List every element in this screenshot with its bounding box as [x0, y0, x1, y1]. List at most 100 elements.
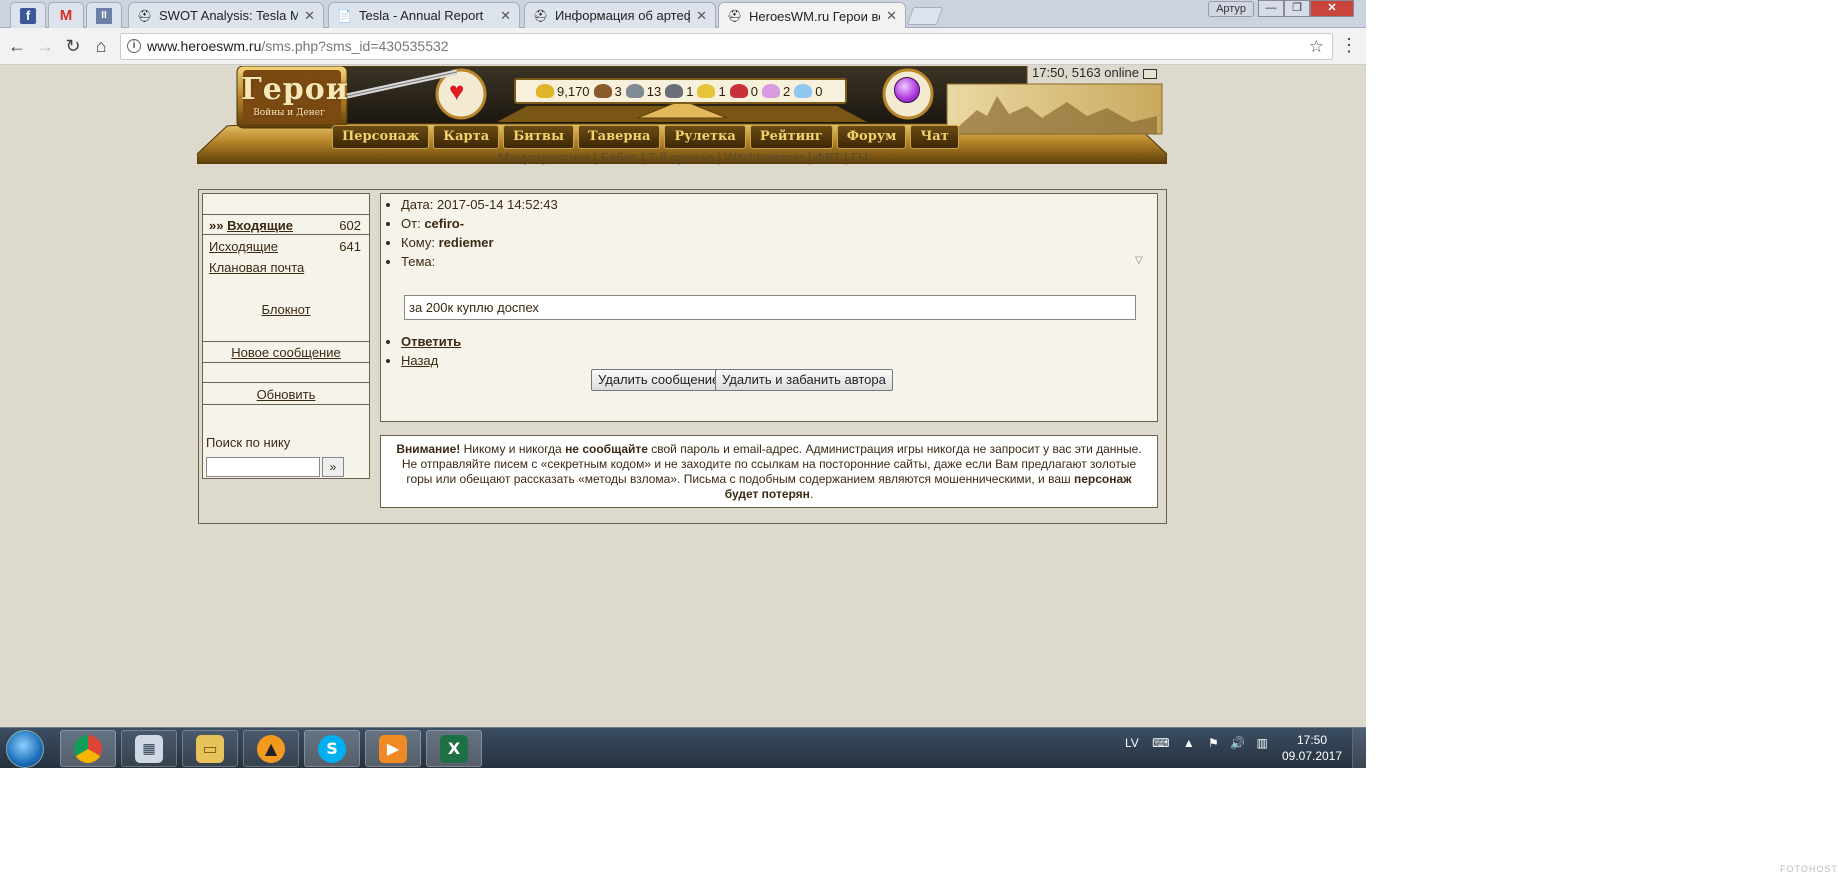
sidebar-item-inbox[interactable]: »» Входящие 602: [209, 218, 365, 233]
network-icon[interactable]: ▥: [1256, 736, 1267, 750]
nav-rating[interactable]: Рейтинг: [749, 125, 833, 149]
sidebar-item-outbox[interactable]: Исходящие 641: [209, 239, 365, 254]
pause-icon: II: [96, 7, 112, 24]
nav-character[interactable]: Персонаж: [332, 125, 430, 149]
tray-arrow-icon[interactable]: ▲: [1183, 736, 1195, 750]
keyboard-icon[interactable]: ⌨: [1152, 736, 1169, 750]
close-tab-icon[interactable]: ✕: [886, 8, 897, 24]
new-tab-button[interactable]: [906, 7, 944, 25]
mana-potion-icon[interactable]: [894, 77, 920, 103]
minimize-button[interactable]: —: [1258, 0, 1284, 17]
message-panel: Дата: 2017-05-14 14:52:43 От: cefiro- Ко…: [380, 193, 1158, 422]
pinned-tab-facebook[interactable]: f: [10, 2, 46, 28]
mail-page: »» Входящие 602 Исходящие 641 Клановая п…: [198, 189, 1167, 524]
home-icon[interactable]: ⌂: [90, 35, 112, 57]
sublink-gn[interactable]: ГН: [851, 150, 867, 165]
expand-triangle-icon[interactable]: ▽: [1135, 255, 1143, 266]
reply-link[interactable]: Ответить: [401, 334, 461, 349]
search-nick-input[interactable]: [206, 457, 320, 477]
ore-icon: [625, 84, 644, 98]
sidebar-item-notepad[interactable]: Блокнот: [203, 302, 369, 317]
bookmark-star-icon[interactable]: ☆: [1309, 34, 1324, 59]
calculator-icon: ▦: [135, 734, 163, 763]
sublink-babos[interactable]: Бабос: [601, 150, 638, 165]
system-tray: LV ⌨ ▲ ⚑ 🔊 ▥: [1125, 736, 1268, 750]
health-heart-icon[interactable]: ♥: [449, 76, 464, 107]
pinned-tab-gmail[interactable]: M: [48, 2, 84, 28]
crystals-icon: [729, 84, 748, 98]
media-player-icon: ▶: [379, 734, 407, 763]
language-indicator[interactable]: LV: [1125, 736, 1139, 750]
sulfur-icon: [697, 84, 716, 98]
mail-icon[interactable]: [1142, 68, 1157, 79]
taskbar-explorer[interactable]: ▭: [182, 730, 238, 767]
divider: [203, 341, 369, 342]
taskbar-media-player[interactable]: ▶: [365, 730, 421, 767]
game-logo[interactable]: Герои Войны и Денег: [241, 72, 348, 128]
gmail-icon: M: [59, 7, 73, 24]
profile-badge[interactable]: Артур: [1208, 1, 1254, 17]
resource-sulfur: 1: [697, 84, 726, 99]
sidebar-item-clan-mail[interactable]: Клановая почта: [209, 260, 304, 275]
taskbar-excel[interactable]: X: [426, 730, 482, 767]
sender-link[interactable]: cefiro-: [424, 216, 464, 231]
sublink-7th-pier[interactable]: 7-й причал: [648, 150, 714, 165]
sublink-fvt[interactable]: ФВТ: [815, 150, 841, 165]
taskbar-chrome[interactable]: [60, 730, 116, 767]
chrome-icon: [74, 734, 102, 763]
pinned-tab-pause[interactable]: II: [86, 2, 122, 28]
address-bar[interactable]: i www.heroeswm.ru/sms.php?sms_id=4305355…: [120, 33, 1333, 60]
sub-links: Манускриптики | Бабос | 7-й причал | Wit…: [498, 150, 868, 165]
sublink-witchhammer[interactable]: Witchhammer: [724, 150, 804, 165]
excel-icon: X: [440, 734, 468, 763]
taskbar-calculator[interactable]: ▦: [121, 730, 177, 767]
menu-icon[interactable]: ⋮: [1340, 35, 1358, 56]
nav-tavern[interactable]: Таверна: [578, 125, 661, 149]
back-arrow-icon[interactable]: ←: [6, 35, 28, 57]
reload-icon[interactable]: ↻: [62, 35, 84, 57]
maximize-button[interactable]: ❐: [1284, 0, 1310, 17]
forward-arrow-icon[interactable]: →: [34, 35, 56, 57]
message-to: Кому: rediemer: [401, 233, 558, 252]
screen: f M II ⛑ SWOT Analysis: Tesla Mo ✕ 📄 Tes…: [0, 0, 1366, 768]
divider: [203, 362, 369, 363]
tab-artifact-info[interactable]: ⛑ Информация об артефа ✕: [524, 2, 716, 28]
back-link[interactable]: Назад: [401, 353, 438, 368]
nav-map[interactable]: Карта: [433, 125, 500, 149]
message-subject: Тема:: [401, 252, 558, 271]
tab-swot-analysis[interactable]: ⛑ SWOT Analysis: Tesla Mo ✕: [128, 2, 324, 28]
close-window-button[interactable]: ✕: [1310, 0, 1354, 17]
system-clock[interactable]: 17:50 09.07.2017: [1280, 732, 1344, 764]
volume-icon[interactable]: 🔊: [1230, 736, 1245, 750]
sublink-manuscripts[interactable]: Манускриптики: [498, 150, 590, 165]
resource-mercury: 1: [665, 84, 693, 99]
gems-icon: [761, 84, 780, 98]
search-button[interactable]: »: [322, 457, 344, 477]
info-icon: i: [127, 39, 141, 53]
tab-tesla-annual-report[interactable]: 📄 Tesla - Annual Report ✕: [328, 2, 520, 28]
taskbar-skype[interactable]: S: [304, 730, 360, 767]
taskbar-aimp[interactable]: ▲: [243, 730, 299, 767]
delete-and-ban-button[interactable]: Удалить и забанить автора: [715, 369, 893, 391]
message-actions: Ответить Назад: [401, 332, 461, 370]
resource-diamonds: 0: [794, 84, 822, 99]
new-message-link[interactable]: Новое сообщение: [203, 345, 369, 360]
close-tab-icon[interactable]: ✕: [696, 8, 707, 24]
nav-roulette[interactable]: Рулетка: [664, 125, 746, 149]
windows-start-icon[interactable]: [6, 730, 44, 768]
show-desktop-button[interactable]: [1352, 728, 1366, 768]
close-tab-icon[interactable]: ✕: [500, 8, 511, 24]
flag-icon[interactable]: ⚑: [1208, 736, 1219, 750]
document-icon: 📄: [337, 8, 352, 23]
delete-message-button[interactable]: Удалить сообщение: [591, 369, 727, 391]
mail-sidebar: »» Входящие 602 Исходящие 641 Клановая п…: [202, 193, 370, 479]
nav-forum[interactable]: Форум: [836, 125, 907, 149]
refresh-link[interactable]: Обновить: [203, 387, 369, 402]
divider: [203, 404, 369, 405]
close-tab-icon[interactable]: ✕: [304, 8, 315, 24]
tab-heroeswm-active[interactable]: ⛑ HeroesWM.ru Герои вой ✕: [718, 2, 906, 29]
nav-chat[interactable]: Чат: [910, 125, 959, 149]
nav-battles[interactable]: Битвы: [503, 125, 574, 149]
skype-icon: S: [318, 734, 346, 763]
recipient-link[interactable]: rediemer: [439, 235, 494, 250]
